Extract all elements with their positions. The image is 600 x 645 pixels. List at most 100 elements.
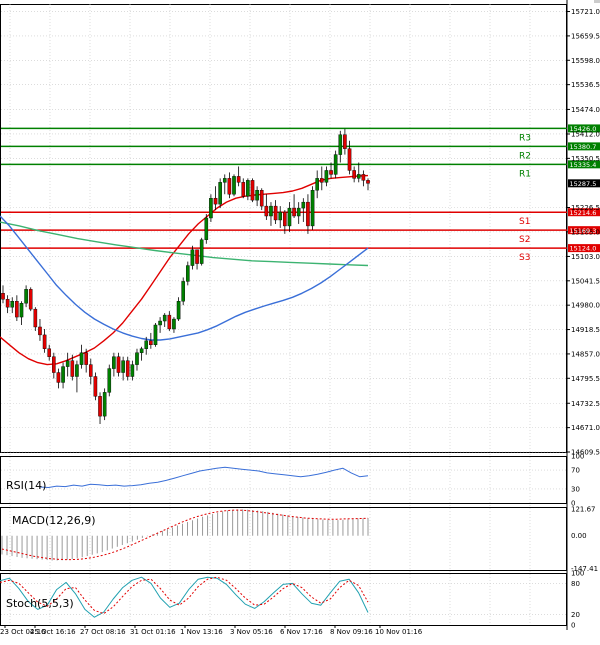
candle-body [19, 302, 24, 318]
candle-body [259, 190, 264, 207]
candle-body [324, 170, 329, 183]
level-name-r1: R1 [519, 169, 531, 179]
x-tick-label: 10 Nov 01:16 [375, 628, 423, 636]
y-tick-label: 15598.0 [571, 57, 600, 65]
candle-body [70, 360, 75, 377]
level-value-s2: 15169.3 [570, 227, 597, 235]
candle-body [38, 326, 42, 336]
candle-body [343, 134, 347, 149]
candle-body [338, 134, 343, 155]
candle-body [296, 207, 301, 217]
candle-body [347, 148, 352, 171]
candle-body [33, 308, 38, 328]
x-tick-label: 3 Nov 05:16 [230, 628, 273, 636]
y-tick-label: 14857.0 [571, 350, 600, 358]
macd-tick-label: 121.67 [571, 505, 596, 513]
level-name-s3: S3 [519, 253, 530, 263]
rsi-title: RSI(14) [6, 479, 46, 492]
candle-body [209, 197, 213, 219]
x-tick-label: 31 Oct 01:16 [130, 628, 176, 636]
candle-body [98, 396, 102, 417]
level-value-r1: 15335.4 [570, 161, 597, 169]
candle-body [65, 360, 70, 367]
candle-body [195, 249, 199, 264]
candle-body [236, 176, 241, 183]
candle-body [186, 265, 190, 282]
candle-body [352, 170, 356, 179]
macd-title: MACD(12,26,9) [12, 514, 96, 527]
candle-body [149, 340, 153, 346]
candle-body [278, 211, 283, 221]
candle-body [292, 207, 296, 217]
candle-body [366, 180, 370, 184]
stoch-tick-label: 100 [571, 570, 584, 578]
candle-body [84, 352, 88, 365]
macd-tick-label: 0.00 [571, 532, 587, 540]
chart-canvas[interactable]: 15721.015659.515598.015536.515474.015412… [0, 0, 600, 645]
candle-body [24, 289, 28, 304]
candle-body [130, 364, 135, 377]
candle-body [181, 281, 185, 302]
x-tick-label: 8 Nov 09:16 [330, 628, 373, 636]
y-tick-label: 14795.5 [571, 375, 600, 383]
level-name-r2: R2 [519, 151, 531, 161]
x-tick-label: 25 Oct 16:16 [30, 628, 76, 636]
candle-body [10, 301, 15, 308]
candle-body [28, 289, 33, 310]
candle-body [56, 372, 61, 383]
y-tick-label: 15536.5 [571, 81, 600, 89]
y-tick-label: 15659.5 [571, 32, 600, 40]
candle-body [176, 301, 181, 320]
x-tick-label: 27 Oct 08:16 [80, 628, 126, 636]
stoch-tick-label: 20 [571, 611, 580, 619]
x-tick-label: 6 Nov 17:16 [280, 628, 323, 636]
candle-body [199, 239, 204, 264]
y-tick-label: 15474.0 [571, 106, 600, 114]
candle-body [79, 352, 84, 365]
candle-body [121, 360, 125, 373]
candle-body [190, 249, 195, 266]
stoch-tick-label: 80 [571, 580, 580, 588]
rsi-tick-label: 70 [571, 467, 580, 475]
candle-body [222, 178, 227, 183]
candle-body [144, 340, 149, 349]
level-name-r3: R3 [519, 133, 531, 143]
stoch-title: Stoch(5,5,3) [6, 597, 74, 610]
candle-body [329, 170, 333, 175]
pane-frame-1 [0, 456, 567, 504]
candle-body [310, 190, 315, 227]
x-tick-label: 1 Nov 13:16 [180, 628, 223, 636]
candle-body [15, 301, 19, 318]
candle-body [75, 364, 79, 377]
level-name-s1: S1 [519, 217, 530, 227]
pane-frame-0 [0, 4, 567, 453]
candle-body [112, 356, 116, 369]
candle-body [333, 154, 338, 175]
pane-frame-3 [0, 573, 567, 626]
candle-body [88, 364, 93, 377]
candle-body [319, 178, 324, 183]
candle-body [269, 205, 273, 217]
candle-body [255, 190, 259, 201]
y-tick-label: 15103.0 [571, 253, 600, 261]
candle-body [273, 205, 278, 221]
rsi-tick-label: 100 [571, 453, 584, 461]
level-value-r3: 15426.0 [570, 125, 597, 133]
candle-body [135, 352, 139, 365]
candle-body [306, 201, 310, 227]
level-name-s2: S2 [519, 235, 530, 245]
candle-body [172, 318, 176, 330]
last-price-value: 15287.5 [570, 180, 597, 188]
candle-body [5, 299, 10, 308]
candle-body [204, 217, 209, 240]
candle-body [361, 174, 366, 181]
candle-body [167, 314, 172, 330]
chart-window: 15721.0 15659.5 15598.0 15536.5 15474.0 15412… [0, 0, 600, 645]
y-tick-label: 14732.5 [571, 400, 600, 408]
candle-body [47, 348, 52, 357]
y-tick-label: 14918.5 [571, 326, 600, 334]
candle-body [356, 174, 361, 179]
candle-body [102, 392, 107, 417]
candle-body [116, 356, 121, 373]
candle-body [42, 334, 47, 349]
